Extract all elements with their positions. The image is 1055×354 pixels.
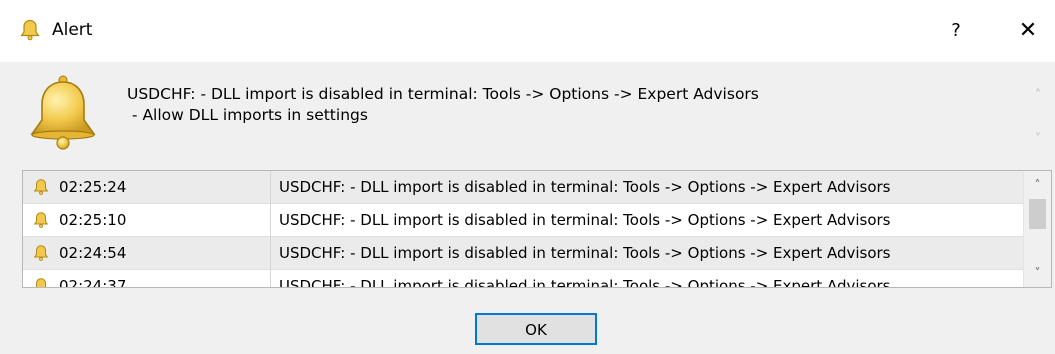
list-item-message: USDCHF: - DLL import is disabled in term… (279, 178, 891, 196)
bell-icon (30, 75, 96, 150)
scroll-down-arrow[interactable]: ˅ (1024, 263, 1051, 283)
message-scroll-down-arrow[interactable]: ˅ (1030, 132, 1046, 148)
bell-icon (33, 212, 49, 228)
message-scroll-up-arrow[interactable]: ˄ (1030, 88, 1046, 104)
scrollbar-thumb[interactable] (1029, 199, 1046, 229)
list-item-message: USDCHF: - DLL import is disabled in term… (279, 211, 891, 229)
list-item-time-cell: 02:24:37 (23, 270, 271, 288)
alerts-list[interactable]: 02:25:24 USDCHF: - DLL import is disable… (22, 170, 1052, 288)
list-item-message: USDCHF: - DLL import is disabled in term… (279, 244, 891, 262)
list-item-time: 02:24:37 (59, 277, 127, 288)
bell-icon (20, 19, 40, 41)
list-item-time: 02:25:10 (59, 211, 127, 229)
bell-icon (33, 245, 49, 261)
close-button[interactable]: ✕ (1008, 14, 1048, 48)
list-item-time-cell: 02:25:10 (23, 204, 271, 236)
list-item-time: 02:24:54 (59, 244, 127, 262)
title-bar[interactable]: Alert ? ✕ (0, 0, 1055, 62)
alert-message: USDCHF: - DLL import is disabled in term… (127, 85, 759, 124)
bell-icon (36, 278, 46, 287)
help-button[interactable]: ? (936, 14, 976, 48)
list-item[interactable]: 02:25:10 USDCHF: - DLL import is disable… (23, 204, 1023, 236)
alert-window: Alert ? ✕ USDCHF: - DLL import is disabl… (0, 0, 1055, 354)
list-scrollbar[interactable]: ˄ ˅ (1023, 171, 1051, 287)
list-item[interactable]: 02:24:54 USDCHF: - DLL import is disable… (23, 237, 1023, 269)
list-item[interactable]: 02:25:24 USDCHF: - DLL import is disable… (23, 171, 1023, 203)
ok-button[interactable]: OK (475, 313, 597, 345)
bell-icon (33, 179, 49, 195)
window-title: Alert (52, 20, 93, 40)
list-item-message: USDCHF: - DLL import is disabled in term… (279, 277, 891, 288)
list-item-time-cell: 02:25:24 (23, 171, 271, 203)
list-item[interactable]: 02:24:37 USDCHF: - DLL import is disable… (23, 270, 1023, 288)
list-item-time-cell: 02:24:54 (23, 237, 271, 269)
list-item-time: 02:25:24 (59, 178, 127, 196)
scroll-up-arrow[interactable]: ˄ (1024, 175, 1051, 195)
